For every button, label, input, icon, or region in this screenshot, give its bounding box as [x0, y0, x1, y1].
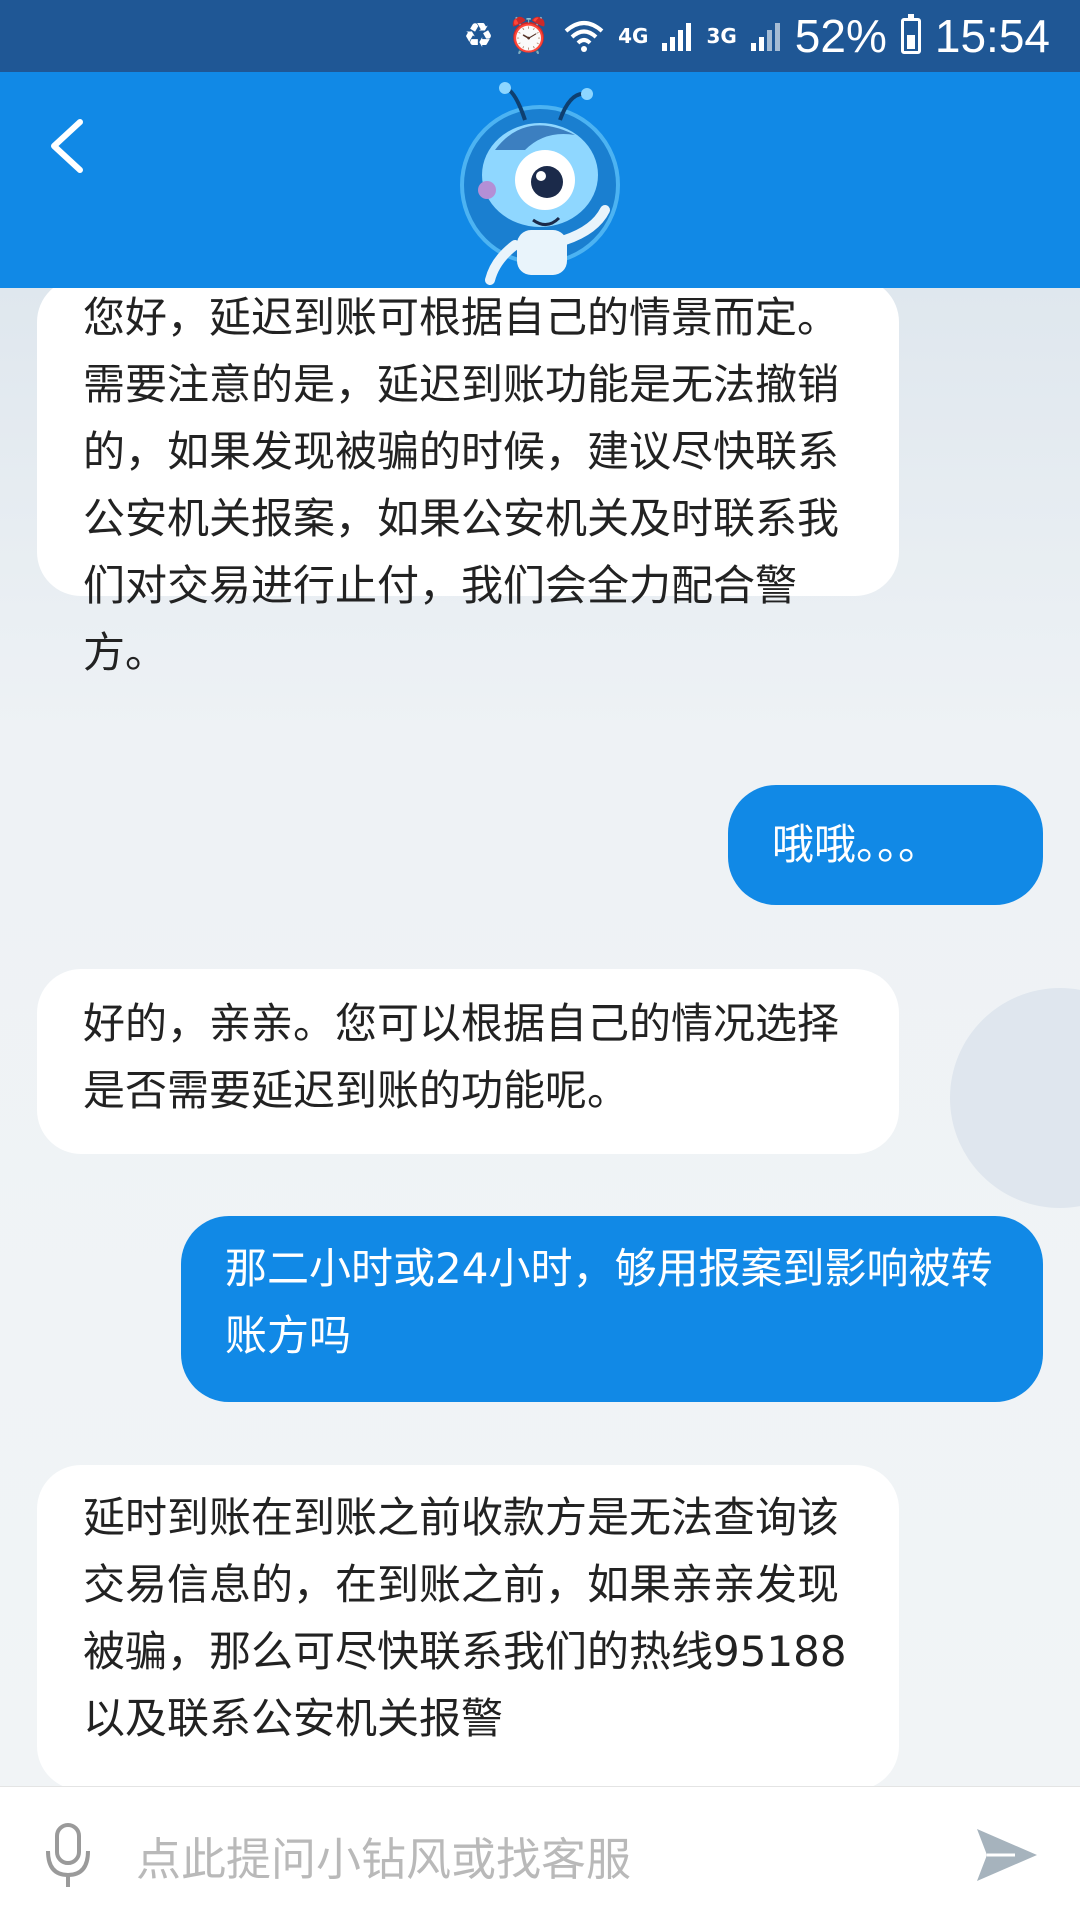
battery-icon [900, 14, 921, 54]
header [0, 72, 1080, 288]
decorative-circle [950, 988, 1080, 1208]
input-bar: 点此提问小钻风或找客服 [0, 1786, 1080, 1921]
signal-2-icon [750, 23, 780, 51]
chat-area[interactable]: 您好，延迟到账可根据自己的情景而定。需要注意的是，延迟到账功能是无法撤销的，如果… [0, 288, 1080, 1786]
user-message: 那二小时或24小时，够用报案到影响被转账方吗 [181, 1216, 1043, 1402]
status-bar: ♻ ⏰ 4G 3G 52% 15:54 [0, 0, 1080, 72]
user-message: 哦哦。。。 [728, 785, 1043, 905]
wifi-icon [564, 21, 604, 52]
alarm-icon: ⏰ [507, 16, 551, 56]
send-icon[interactable] [975, 1823, 1039, 1887]
microphone-icon[interactable] [42, 1821, 94, 1891]
question-input[interactable]: 点此提问小钻风或找客服 [136, 1823, 631, 1888]
chevron-left-icon[interactable] [46, 118, 86, 174]
network-4g-label: 4G [618, 24, 649, 48]
battery-percent: 52% [794, 10, 887, 62]
ant-mascot-icon [460, 82, 620, 285]
bot-message: 延时到账在到账之前收款方是无法查询该交易信息的，在到账之前，如果亲亲发现被骗，那… [37, 1465, 899, 1786]
network-3g-label: 3G [706, 24, 737, 48]
recycle-notification-icon: ♻ [463, 16, 494, 56]
bot-message: 您好，延迟到账可根据自己的情景而定。需要注意的是，延迟到账功能是无法撤销的，如果… [37, 288, 899, 677]
signal-icon [662, 23, 692, 51]
bot-message: 好的，亲亲。您可以根据自己的情况选择是否需要延迟到账的功能呢。 [37, 969, 899, 1154]
clock: 15:54 [934, 10, 1050, 62]
